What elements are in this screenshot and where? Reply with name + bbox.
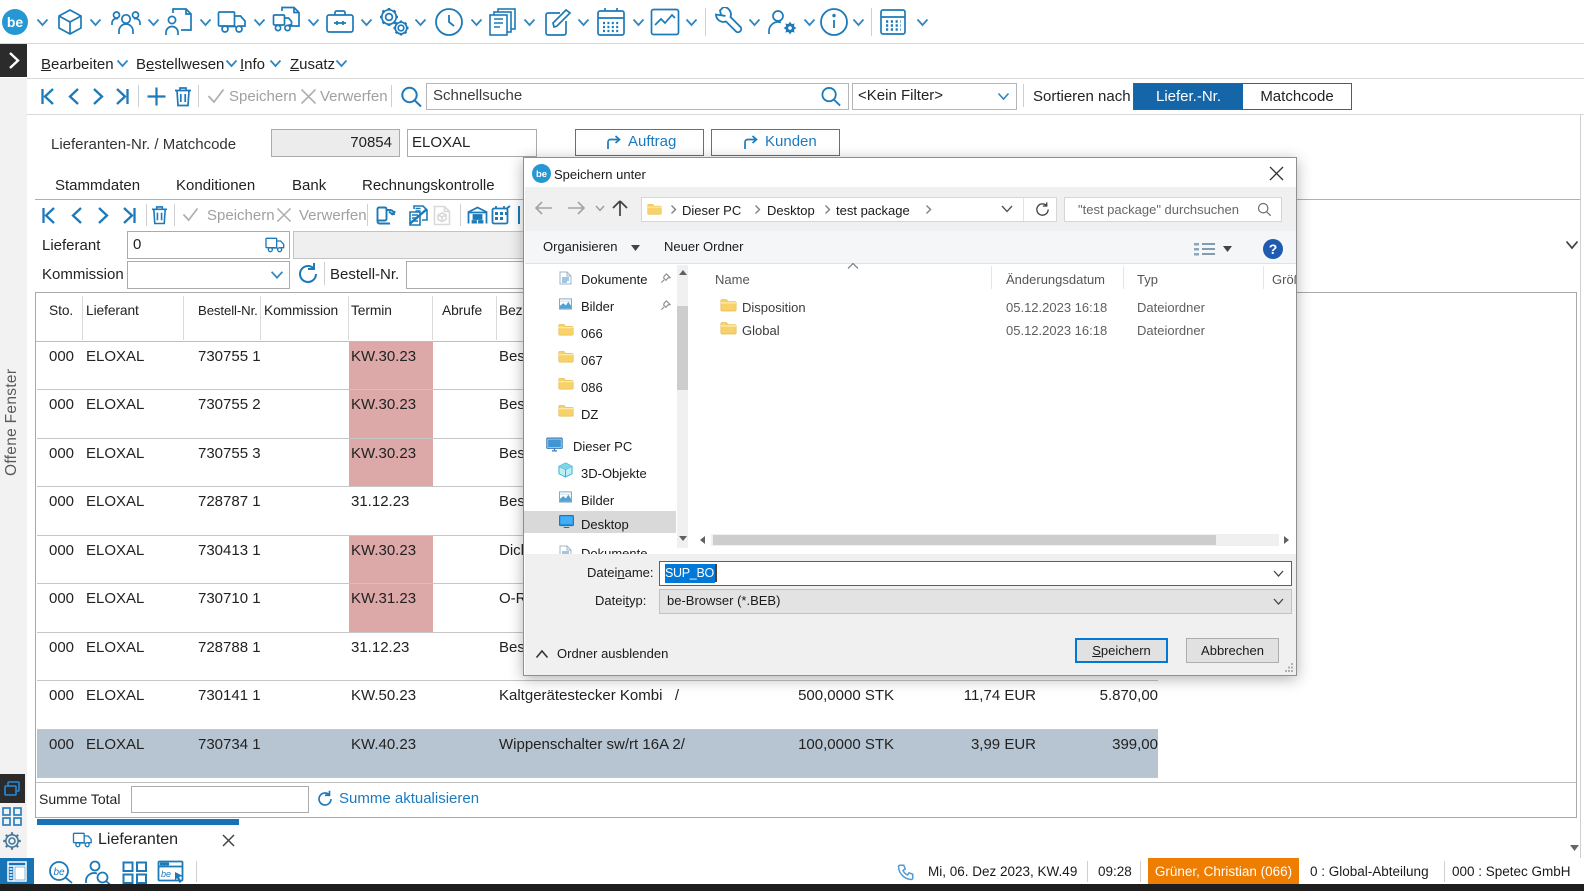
svg-text:be: be [53,867,65,878]
svg-text:be: be [7,14,24,30]
svg-text:be: be [536,169,547,180]
svg-text:be: be [161,869,171,879]
